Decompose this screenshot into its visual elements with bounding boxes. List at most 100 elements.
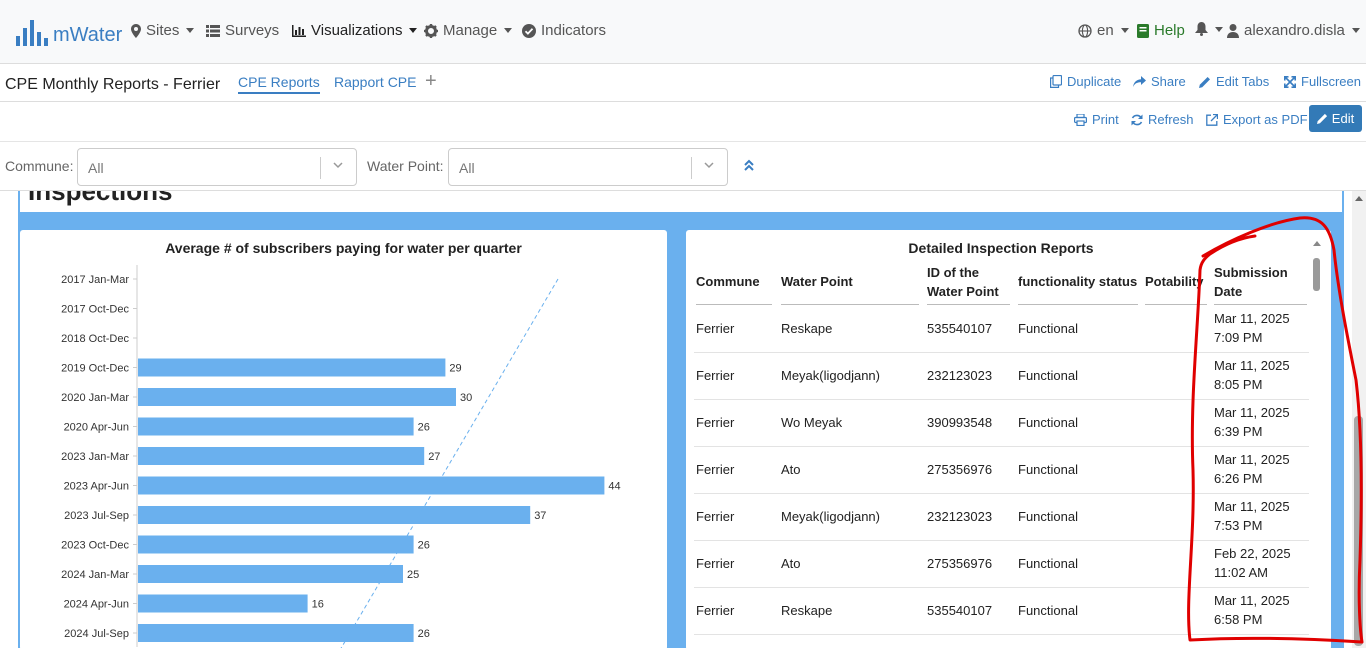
data-label: 26 [418,422,430,434]
chevron-down-icon [1351,28,1360,33]
table-cell: Functional [1018,368,1078,383]
table-cell: 275356976 [927,556,993,571]
chevron-down-icon [504,28,513,33]
chevron-down-icon [1120,28,1129,33]
row-divider [694,587,1309,588]
filter-bar: Commune: All Water Point: All [0,142,1366,191]
dashboard-content: Inspections Average # of subscribers pay… [0,191,1352,648]
external-link-icon [1206,113,1218,126]
bell-icon [1195,22,1208,36]
waterpoint-filter-label: Water Point: [367,158,444,174]
nav-indicators-label: Indicators [541,22,607,39]
section-header: Inspections [20,191,1342,212]
globe-icon [1078,23,1092,38]
header-underline [696,304,772,305]
nav-sites[interactable]: Sites [131,22,195,39]
waterpoint-filter-select[interactable]: All [448,148,728,186]
row-divider [694,446,1309,447]
pencil-icon [1316,113,1327,124]
bar [138,447,425,465]
scrollbar-thumb[interactable] [1354,416,1363,646]
book-icon [1137,23,1149,38]
chevron-down-icon [333,162,343,169]
printer-icon [1074,113,1087,126]
chevron-down-icon [409,28,418,33]
gear-icon [424,23,438,38]
row-divider [694,540,1309,541]
table-cell: Functional [1018,509,1078,524]
add-tab-button[interactable]: + [425,70,437,93]
copy-icon [1050,75,1062,88]
table-cell: Meyak(ligodjann) [781,368,880,383]
double-chevron-up-icon[interactable] [743,159,755,173]
nav-visualizations[interactable]: Visualizations [292,22,418,39]
edit-button[interactable]: Edit [1309,105,1362,132]
table-cell: Functional [1018,415,1078,430]
data-label: 26 [418,628,430,640]
notifications-menu[interactable] [1195,22,1223,36]
nav-sites-label: Sites [146,22,180,39]
bar [138,388,456,406]
nav-manage[interactable]: Manage [424,22,513,39]
table-cell: Feb 22, 2025 11:02 AM [1214,546,1291,580]
y-tick-label: 2024 Apr-Jun [64,599,129,611]
table-cell: 535540107 [927,603,993,618]
help-link[interactable]: Help [1137,22,1185,39]
brand-logo[interactable]: mWater [16,16,122,46]
y-tick-label: 2023 Oct-Dec [61,540,129,552]
commune-filter-value: All [88,160,104,176]
user-menu[interactable]: alexandro.disla [1227,22,1360,39]
tab-cpe-reports[interactable]: CPE Reports [238,74,320,94]
export-pdf-button[interactable]: Export as PDF [1206,112,1308,127]
header-underline [1145,304,1207,305]
list-icon [206,24,220,37]
edit-label: Edit [1331,111,1355,126]
table-cell: Meyak(ligodjann) [781,509,880,524]
table-cell: Ato [781,462,801,477]
fullscreen-button[interactable]: Fullscreen [1284,74,1361,89]
nav-surveys[interactable]: Surveys [206,22,279,39]
username-label: alexandro.disla [1244,22,1345,39]
nav-manage-label: Manage [443,22,498,39]
bar [138,358,446,377]
dashboard-tabbar: CPE Monthly Reports - Ferrier CPE Report… [0,64,1366,102]
scroll-up-arrow-icon[interactable] [1355,196,1363,201]
share-icon [1133,75,1146,87]
table-cell: Functional [1018,603,1078,618]
export-pdf-label: Export as PDF [1223,112,1308,127]
y-tick-label: 2019 Oct-Dec [61,363,129,375]
share-button[interactable]: Share [1133,74,1186,89]
refresh-button[interactable]: Refresh [1131,112,1194,127]
table-cell: Reskape [781,321,833,336]
y-tick-label: 2023 Jan-Mar [61,451,129,463]
table-cell: Functional [1018,462,1078,477]
table-scrollbar[interactable] [1312,240,1322,648]
data-label: 29 [449,363,461,375]
table-cell: Mar 11, 2025 7:53 PM [1214,499,1290,533]
y-tick-label: 2023 Jul-Sep [64,510,129,522]
nav-indicators[interactable]: Indicators [522,22,606,39]
bar [138,594,308,613]
language-selector[interactable]: en [1078,22,1129,39]
bar [138,624,414,642]
print-button[interactable]: Print [1074,112,1119,127]
y-tick-label: 2024 Jul-Sep [64,628,129,640]
table-cell: Ato [781,556,801,571]
edit-tabs-button[interactable]: Edit Tabs [1199,74,1269,89]
table-cell: Ferrier [696,321,735,336]
table-cell: Reskape [781,603,833,618]
commune-filter-select[interactable]: All [77,148,357,186]
page-scrollbar[interactable] [1352,191,1366,648]
row-divider [694,634,1309,635]
row-divider [694,493,1309,494]
table-cell: Mar 11, 2025 6:26 PM [1214,452,1290,486]
y-tick-label: 2020 Apr-Jun [64,422,129,434]
duplicate-button[interactable]: Duplicate [1050,74,1121,89]
duplicate-label: Duplicate [1067,74,1122,89]
tab-rapport-cpe[interactable]: Rapport CPE [334,74,416,92]
table-cell: Ferrier [696,462,735,477]
nav-surveys-label: Surveys [225,22,280,39]
table-cell: Functional [1018,321,1078,336]
refresh-icon [1131,114,1143,125]
header-underline [927,304,1010,305]
